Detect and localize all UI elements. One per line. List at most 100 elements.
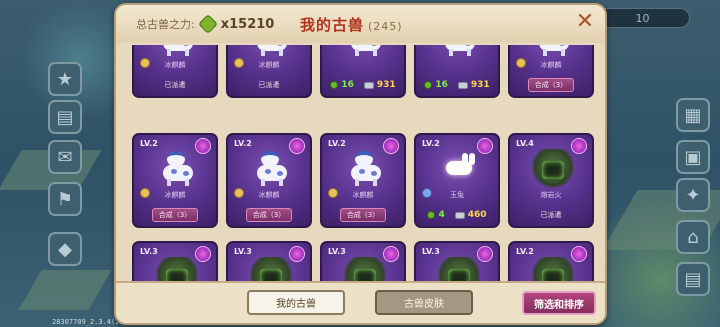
dispatched-status: 已派遣 — [540, 211, 562, 219]
beast-name: 熔岩火 — [540, 191, 562, 199]
ice-unicorn-icon — [251, 149, 291, 187]
close-icon[interactable]: ✕ — [573, 11, 597, 35]
side-menu-button[interactable]: ◆ — [48, 232, 82, 266]
beast-name: 冰麒麟 — [258, 61, 280, 69]
card-footer: 16 931 — [416, 74, 498, 96]
tab-beast-skins[interactable]: 古兽皮肤 — [375, 290, 473, 315]
beast-card[interactable]: LV.4 熔岩火已派遣 — [508, 133, 594, 228]
beast-card[interactable]: 冰麒麟 已派遣 — [132, 45, 218, 98]
food-icon — [454, 211, 465, 219]
card-footer: 合成（3） — [322, 204, 404, 226]
power-gem-icon — [197, 14, 218, 34]
card-level: LV.2 — [328, 139, 346, 148]
stat-power-value: 16 — [341, 80, 354, 90]
side-menu-button[interactable]: ▣ — [676, 140, 710, 174]
gem-icon — [427, 211, 436, 219]
filter-sort-button[interactable]: 筛选和排序 — [522, 291, 596, 315]
rarity-badge-icon — [383, 138, 399, 154]
beast-card[interactable]: LV.2 玉兔 4 460 — [414, 133, 500, 228]
side-menu-button[interactable]: ✦ — [676, 178, 710, 212]
beast-name: 冰麒麟 — [540, 61, 562, 69]
side-menu-button[interactable]: ▤ — [676, 262, 710, 296]
rarity-badge-icon — [289, 138, 305, 154]
stat-food-value: 931 — [470, 80, 490, 90]
gem-icon — [424, 81, 433, 89]
dispatched-status: 已派遣 — [258, 81, 280, 89]
rarity-badge-icon — [477, 138, 493, 154]
food-icon — [457, 81, 468, 89]
panel-footer: 我的古兽 古兽皮肤 筛选和排序 — [116, 281, 605, 323]
side-menu-button[interactable]: ▤ — [48, 100, 82, 134]
card-level: LV.2 — [422, 139, 440, 148]
beast-collection-panel: 总古兽之力: x15210 我的古兽 (245) ✕ 冰麒麟 已派遣 冰麒麟 已派遣 16… — [114, 3, 607, 325]
merge-button[interactable]: 合成（3） — [527, 78, 575, 92]
card-footer: 合成（3） — [510, 74, 592, 96]
total-power-value: x15210 — [221, 17, 275, 32]
stat-food-value: 931 — [376, 80, 396, 90]
dispatched-status: 已派遣 — [164, 81, 186, 89]
power-value: 15210 — [229, 16, 275, 32]
rarity-badge-icon — [195, 138, 211, 154]
beast-card[interactable]: 16 931 — [320, 45, 406, 98]
beast-card[interactable]: LV.2 冰麒麟合成（3） — [132, 133, 218, 228]
card-footer: 合成（3） — [228, 204, 310, 226]
card-footer: 16 931 — [322, 74, 404, 96]
beast-card[interactable]: LV.3 — [226, 241, 312, 285]
merge-button[interactable]: 合成（3） — [151, 208, 199, 222]
ice-unicorn-icon — [345, 149, 385, 187]
side-menu-button[interactable]: ✉ — [48, 140, 82, 174]
beast-name: 冰麒麟 — [164, 61, 186, 69]
ice-unicorn-icon — [345, 45, 385, 57]
card-level: LV.2 — [516, 247, 534, 256]
card-level: LV.3 — [234, 247, 252, 256]
beast-card[interactable]: LV.2 冰麒麟合成（3） — [226, 133, 312, 228]
beast-card[interactable]: LV.2 冰麒麟 合成（3） — [320, 133, 406, 228]
card-level: LV.2 — [234, 139, 252, 148]
beast-card[interactable]: 16 931 — [414, 45, 500, 98]
card-level: LV.4 — [516, 139, 534, 148]
tab-my-beasts[interactable]: 我的古兽 — [247, 290, 345, 315]
beast-grid: 冰麒麟 已派遣 冰麒麟 已派遣 16 931 16 931 冰麒麟 合成（3） LV.2 冰麒麟 合成（… — [129, 45, 599, 285]
power-prefix: x — [220, 16, 230, 32]
stat-power: 16 — [424, 80, 448, 90]
card-footer: 合成（3） — [134, 204, 216, 226]
beast-name: 冰麒麟 — [258, 191, 280, 199]
top-resource-bar: 10 — [595, 8, 690, 28]
page-title: 我的古兽 (245) — [300, 14, 403, 35]
top-resource-value: 10 — [635, 11, 650, 25]
beast-card[interactable]: LV.3 — [414, 241, 500, 285]
card-level: LV.3 — [328, 247, 346, 256]
stat-power: 4 — [427, 210, 445, 220]
beast-name: 玉兔 — [450, 191, 464, 199]
page-title-text: 我的古兽 — [300, 16, 365, 34]
card-level: LV.3 — [140, 247, 158, 256]
ice-unicorn-icon — [251, 45, 291, 57]
ice-unicorn-icon — [157, 45, 197, 57]
stat-food: 931 — [457, 80, 490, 90]
merge-button[interactable]: 合成（3） — [339, 208, 387, 222]
beast-card[interactable]: LV.2 — [508, 241, 594, 285]
beast-card[interactable]: LV.3 — [320, 241, 406, 285]
ice-unicorn-icon — [533, 45, 573, 57]
beast-card[interactable]: 冰麒麟 已派遣 — [226, 45, 312, 98]
side-menu-button[interactable]: ★ — [48, 62, 82, 96]
side-menu-button[interactable]: ⚑ — [48, 182, 82, 216]
beast-count: (245) — [368, 20, 403, 33]
card-footer: 已派遣 — [228, 74, 310, 96]
beast-name: 冰麒麟 — [164, 191, 186, 199]
lava-golem-icon — [532, 149, 574, 189]
stat-food-value: 460 — [467, 210, 487, 220]
card-level: LV.2 — [140, 139, 158, 148]
stat-power-value: 4 — [438, 210, 445, 220]
total-power: 总古兽之力: x15210 — [136, 14, 275, 34]
beast-card[interactable]: 冰麒麟合成（3） — [508, 45, 594, 98]
stat-power: 16 — [330, 80, 354, 90]
side-menu-button[interactable]: ⌂ — [676, 220, 710, 254]
merge-button[interactable]: 合成（3） — [245, 208, 293, 222]
side-menu-button[interactable]: ▦ — [676, 98, 710, 132]
panel-header: 总古兽之力: x15210 我的古兽 (245) ✕ — [116, 5, 605, 43]
card-level: LV.3 — [422, 247, 440, 256]
jade-rabbit-icon — [440, 153, 478, 179]
card-footer: 已派遣 — [134, 74, 216, 96]
beast-card[interactable]: LV.3 — [132, 241, 218, 285]
